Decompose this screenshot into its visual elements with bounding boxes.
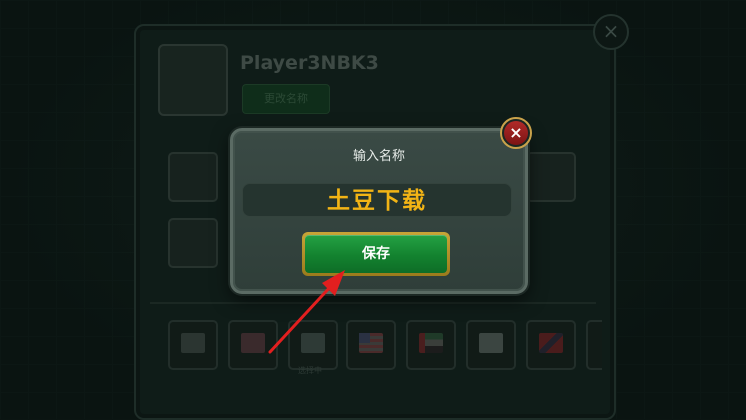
annotation-arrow-icon [268,270,345,354]
